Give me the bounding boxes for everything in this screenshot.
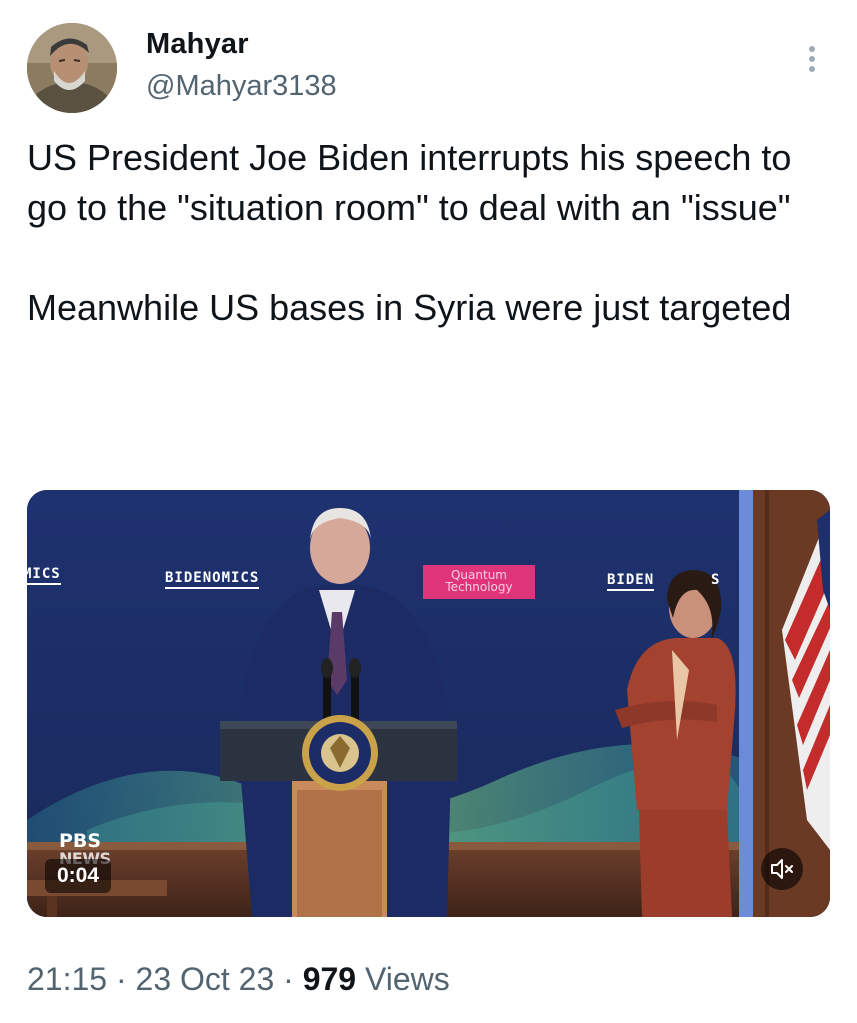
- avatar[interactable]: [27, 23, 117, 113]
- tweet-meta: 21:15 · 23 Oct 23 · 979 Views: [27, 961, 450, 998]
- meta-separator: ·: [283, 961, 294, 997]
- video-player[interactable]: MICS BIDENOMICS BIDEN S Quantum Technolo…: [27, 490, 830, 917]
- tweet-time[interactable]: 21:15: [27, 961, 107, 997]
- video-banner-right-tail: S: [711, 572, 721, 588]
- author-handle[interactable]: @Mahyar3138: [146, 70, 337, 103]
- views-label: Views: [364, 961, 450, 997]
- video-frame: [27, 490, 830, 917]
- video-banner-center: BIDENOMICS: [165, 570, 260, 589]
- tweet-header: Mahyar @Mahyar3138: [0, 0, 857, 120]
- video-banner-right-text: BIDEN: [607, 572, 655, 588]
- video-banner-left: MICS: [27, 566, 61, 585]
- more-vertical-icon[interactable]: [800, 38, 824, 78]
- technology-line: Technology: [445, 580, 513, 594]
- meta-separator: ·: [115, 961, 127, 997]
- tweet-paragraph: Meanwhile US bases in Syria were just ta…: [27, 287, 792, 328]
- tweet-paragraph: US President Joe Biden interrupts his sp…: [27, 137, 792, 228]
- speaker-muted-icon[interactable]: [761, 848, 803, 890]
- quantum-technology-sign: Quantum Technology: [423, 565, 535, 599]
- video-banner-right: BIDEN: [607, 572, 655, 591]
- author-name[interactable]: Mahyar: [146, 28, 249, 61]
- video-duration-badge: 0:04: [45, 859, 112, 893]
- tweet-date[interactable]: 23 Oct 23: [136, 961, 275, 997]
- views-count: 979: [302, 961, 357, 997]
- tweet-text: US President Joe Biden interrupts his sp…: [27, 133, 837, 333]
